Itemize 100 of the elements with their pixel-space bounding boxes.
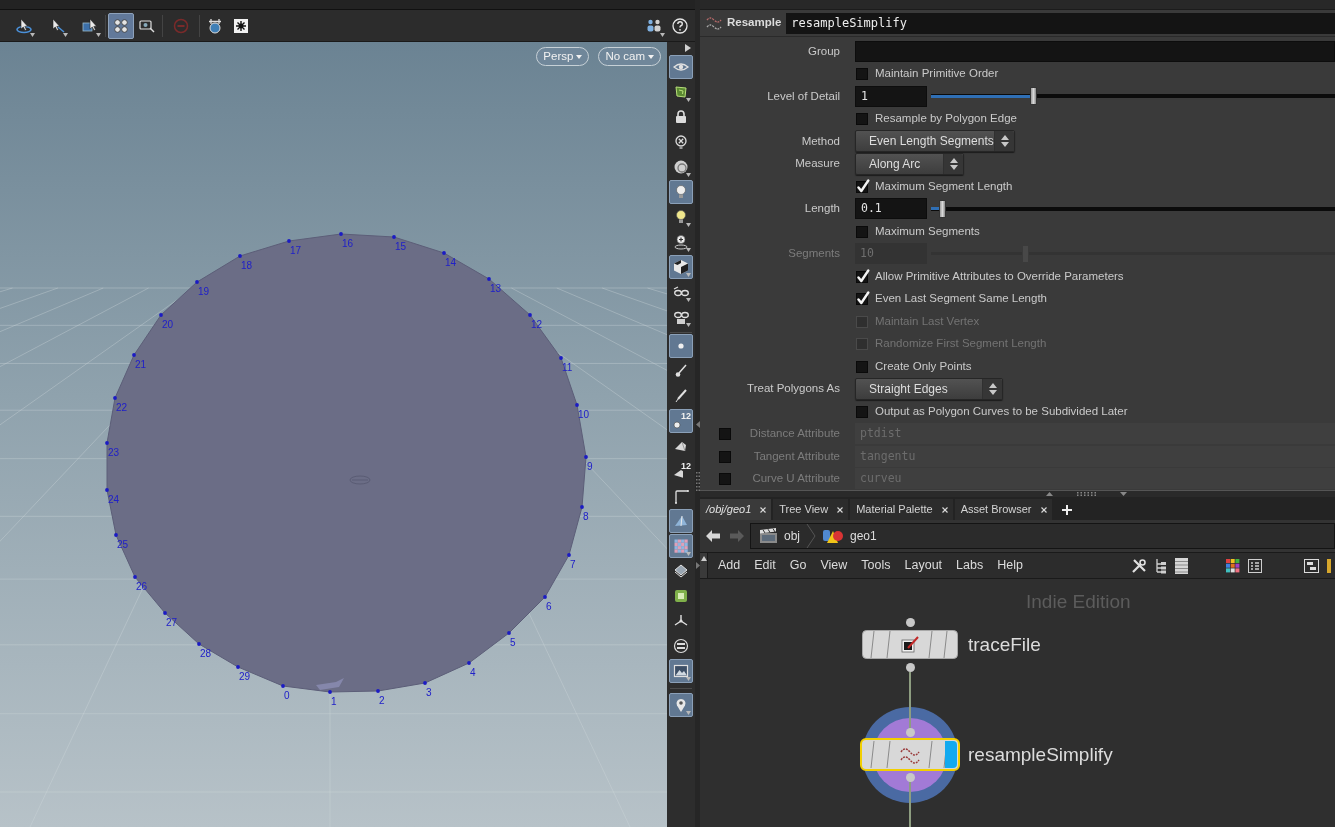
camera-menu-button[interactable]: No cam bbox=[598, 47, 661, 66]
menu-item[interactable]: Go bbox=[789, 556, 807, 575]
checkbox-label[interactable]: Output as Polygon Curves to be Subdivided Later bbox=[875, 402, 1128, 420]
point-marker bbox=[195, 280, 199, 284]
menu-item[interactable]: View bbox=[820, 556, 848, 575]
point-marker bbox=[105, 441, 109, 445]
checkbox-label[interactable]: Maximum Segment Length bbox=[875, 177, 1013, 195]
point-marker bbox=[567, 553, 571, 557]
checkbox[interactable] bbox=[718, 448, 733, 464]
point-number: 0 bbox=[284, 690, 290, 701]
menu-item[interactable]: Edit bbox=[754, 556, 776, 575]
wedge-icon bbox=[672, 469, 683, 480]
menu-item[interactable]: Add bbox=[718, 556, 741, 575]
caret-icon bbox=[648, 54, 654, 59]
breadcrumb-item[interactable]: geo1 bbox=[819, 527, 880, 545]
input-connector-icon[interactable] bbox=[905, 617, 915, 627]
breadcrumb-item[interactable]: obj bbox=[756, 527, 803, 545]
checkbox[interactable] bbox=[855, 111, 870, 127]
indicator-icon bbox=[1327, 558, 1331, 573]
dropdown[interactable]: Straight Edges bbox=[855, 377, 1003, 400]
chevron-icon bbox=[806, 524, 816, 548]
clapperboard-icon bbox=[759, 528, 778, 544]
point-number: 27 bbox=[166, 617, 178, 628]
pane-tab[interactable]: Asset Browser bbox=[954, 499, 1052, 520]
cube-icon bbox=[673, 259, 689, 275]
sphere-icon bbox=[673, 159, 689, 175]
shard-icon bbox=[673, 513, 689, 529]
pane-tab[interactable]: Tree View bbox=[773, 499, 849, 520]
parameter-label: Treat Polygons As bbox=[747, 381, 840, 397]
close-icon[interactable] bbox=[837, 506, 844, 513]
text-field[interactable] bbox=[855, 40, 1335, 62]
checkbox-label[interactable]: Create Only Points bbox=[875, 357, 972, 375]
ring-icon bbox=[673, 638, 689, 654]
glasses-box-icon bbox=[673, 309, 689, 325]
point-number: 18 bbox=[241, 260, 253, 271]
number-field[interactable]: 0.1 bbox=[855, 198, 927, 220]
checkbox[interactable] bbox=[855, 268, 870, 284]
toolbar-button[interactable] bbox=[108, 12, 134, 39]
bulb-icon bbox=[673, 184, 689, 200]
dropdown[interactable]: Even Length Segments bbox=[855, 130, 1015, 153]
number-field[interactable]: 1 bbox=[855, 85, 927, 107]
checkbox[interactable] bbox=[855, 403, 870, 419]
point-number: 21 bbox=[135, 359, 147, 370]
checkbox-label[interactable]: Resample by Polygon Edge bbox=[875, 110, 1017, 128]
toolbar-button[interactable] bbox=[669, 659, 693, 683]
point-number: 22 bbox=[116, 402, 128, 413]
menu-item[interactable]: Labs bbox=[956, 556, 984, 575]
slider-thumb[interactable] bbox=[938, 199, 946, 218]
checkbox[interactable] bbox=[855, 358, 870, 374]
orbit-arrow-icon bbox=[16, 17, 32, 34]
input-connector-icon[interactable] bbox=[905, 727, 915, 737]
toolbar-button[interactable] bbox=[669, 255, 693, 279]
dropdown[interactable]: Along Arc bbox=[855, 152, 964, 175]
point-marker bbox=[105, 488, 109, 492]
checkbox[interactable] bbox=[718, 426, 733, 442]
name-field[interactable]: resampleSimplify bbox=[786, 12, 1335, 34]
point-marker bbox=[328, 690, 332, 694]
tools-icon bbox=[1131, 557, 1147, 574]
checkbox-label[interactable]: Even Last Segment Same Length bbox=[875, 290, 1047, 308]
point-marker bbox=[163, 611, 167, 615]
checkbox-label[interactable]: Allow Primitive Attributes to Override Parameters bbox=[875, 267, 1124, 285]
point-number: 16 bbox=[342, 238, 354, 249]
shape-icon bbox=[673, 84, 689, 100]
close-icon[interactable] bbox=[760, 506, 767, 513]
back-arrow-icon[interactable] bbox=[706, 529, 721, 543]
node-body[interactable] bbox=[862, 630, 958, 659]
menu-item[interactable]: Layout bbox=[904, 556, 943, 575]
checkbox-label[interactable]: Maximum Segments bbox=[875, 222, 980, 240]
wave-lines-icon bbox=[900, 745, 920, 764]
close-icon[interactable] bbox=[941, 506, 948, 513]
menu-item[interactable]: Help bbox=[997, 556, 1023, 575]
collapse-arrow-icon bbox=[695, 421, 700, 428]
help-icon bbox=[672, 17, 688, 34]
point-marker bbox=[376, 689, 380, 693]
point-marker bbox=[487, 277, 491, 281]
menu-item[interactable]: Tools bbox=[861, 556, 891, 575]
plus-icon[interactable] bbox=[1061, 504, 1072, 515]
checkbox[interactable] bbox=[855, 178, 870, 194]
checker-icon bbox=[673, 538, 689, 554]
pane-tab[interactable]: Material Palette bbox=[850, 499, 953, 520]
close-icon[interactable] bbox=[1040, 506, 1047, 513]
checkbox[interactable] bbox=[855, 66, 870, 82]
toolbar-button[interactable]: 12 bbox=[669, 459, 693, 483]
axes-icon bbox=[673, 613, 689, 629]
transform-arrow-icon bbox=[82, 17, 98, 34]
checkbox[interactable] bbox=[718, 471, 733, 487]
checkbox[interactable] bbox=[855, 223, 870, 239]
point-number: 7 bbox=[570, 559, 576, 570]
globe-icon bbox=[207, 17, 223, 34]
point-number: 3 bbox=[426, 687, 432, 698]
checkbox-label[interactable]: Maintain Primitive Order bbox=[875, 65, 999, 83]
scroll-arrow-icon[interactable] bbox=[700, 556, 707, 561]
point-number: 23 bbox=[108, 447, 120, 458]
pane-tab[interactable]: /obj/geo1 bbox=[700, 499, 772, 520]
parameter-label: Length bbox=[804, 201, 840, 217]
toolbar-button[interactable]: 12 bbox=[669, 409, 693, 433]
point-marker bbox=[423, 681, 427, 685]
output-connector-icon[interactable] bbox=[905, 662, 915, 672]
checkbox[interactable] bbox=[855, 291, 870, 307]
slider-thumb[interactable] bbox=[1030, 87, 1038, 106]
